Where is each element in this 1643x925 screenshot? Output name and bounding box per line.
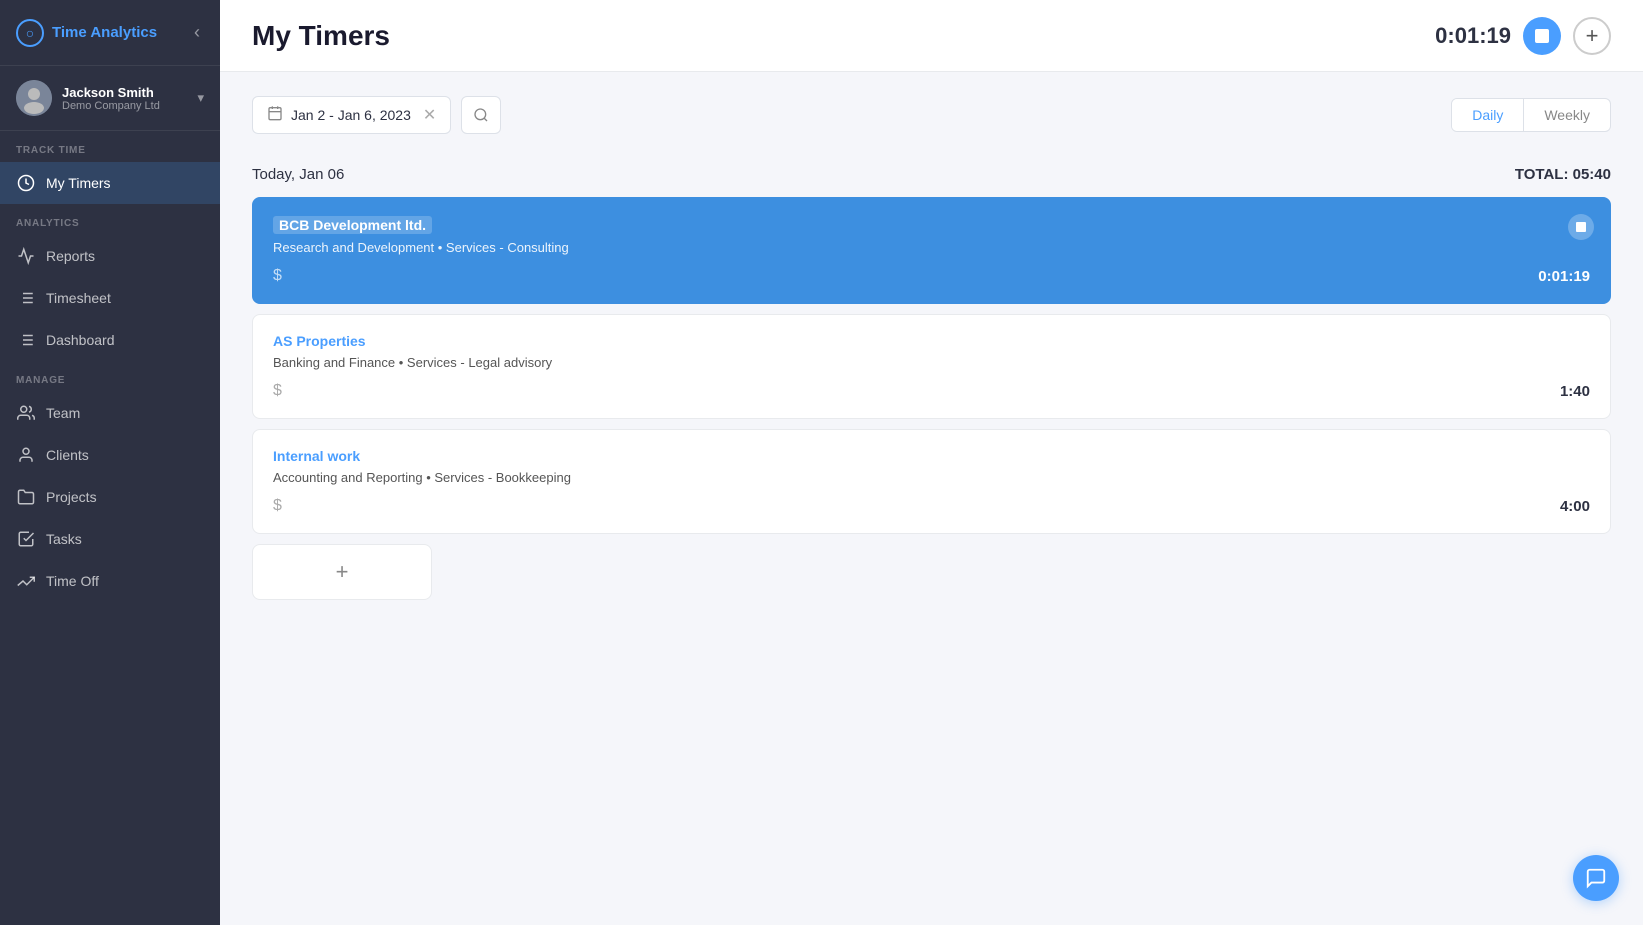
billing-icon: $: [273, 267, 282, 285]
sidebar-item-time-off[interactable]: Time Off: [0, 560, 220, 602]
timesheet-icon: [16, 288, 36, 308]
sidebar-item-clients[interactable]: Clients: [0, 434, 220, 476]
sidebar-item-label: Timesheet: [46, 290, 111, 306]
sidebar-item-label: Clients: [46, 447, 89, 463]
sidebar-item-dashboard[interactable]: Dashboard: [0, 319, 220, 361]
card-bottom: $ 0:01:19: [273, 267, 1590, 285]
add-timer-button[interactable]: +: [252, 544, 432, 600]
sidebar-item-team[interactable]: Team: [0, 392, 220, 434]
sidebar-item-label: My Timers: [46, 175, 111, 191]
date-range-label: Jan 2 - Jan 6, 2023: [291, 107, 411, 123]
sidebar: ○ Time Analytics ‹ Jackson Smith Demo Co…: [0, 0, 220, 925]
tasks-icon: [16, 529, 36, 549]
sidebar-header: ○ Time Analytics ‹: [0, 0, 220, 66]
sidebar-item-label: Tasks: [46, 531, 82, 547]
team-icon: [16, 403, 36, 423]
search-button[interactable]: [461, 96, 501, 134]
timer-card-as-properties[interactable]: AS Properties Banking and Finance • Serv…: [252, 314, 1611, 419]
header-right: 0:01:19 +: [1435, 17, 1611, 55]
logo-icon: ○: [16, 19, 44, 47]
stop-timer-button[interactable]: [1523, 17, 1561, 55]
sidebar-item-label: Time Off: [46, 573, 99, 589]
sidebar-item-label: Dashboard: [46, 332, 115, 348]
app-logo: ○ Time Analytics: [16, 19, 157, 47]
toolbar-left: Jan 2 - Jan 6, 2023 ✕: [252, 96, 501, 134]
app-name: Time Analytics: [52, 24, 157, 41]
card-stop-icon: [1576, 222, 1586, 232]
day-section: Today, Jan 06 TOTAL: 05:40 BCB Developme…: [252, 158, 1611, 600]
sidebar-item-label: Reports: [46, 248, 95, 264]
sidebar-item-label: Team: [46, 405, 80, 421]
avatar: [16, 80, 52, 116]
sidebar-item-tasks[interactable]: Tasks: [0, 518, 220, 560]
day-label: Today, Jan 06: [252, 166, 344, 183]
project-info: Banking and Finance • Services - Legal a…: [273, 355, 1590, 370]
client-name: Internal work: [273, 448, 360, 464]
toolbar: Jan 2 - Jan 6, 2023 ✕ Daily Weekly: [252, 96, 1611, 134]
time-value: 4:00: [1560, 498, 1590, 515]
weekly-view-button[interactable]: Weekly: [1524, 99, 1610, 131]
project-info: Accounting and Reporting • Services - Bo…: [273, 470, 1590, 485]
user-info: Jackson Smith Demo Company Ltd: [62, 85, 187, 112]
day-total: TOTAL: 05:40: [1515, 166, 1611, 183]
clients-icon: [16, 445, 36, 465]
chat-widget-button[interactable]: [1573, 855, 1619, 901]
calendar-icon: [267, 105, 283, 125]
time-value: 0:01:19: [1538, 268, 1590, 285]
main-area: My Timers 0:01:19 + Jan 2 - Jan: [220, 0, 1643, 925]
card-bottom: $ 4:00: [273, 497, 1590, 515]
section-label-track-time: TRACK TIME: [0, 131, 220, 162]
card-bottom: $ 1:40: [273, 382, 1590, 400]
add-timer-header-button[interactable]: +: [1573, 17, 1611, 55]
sidebar-item-reports[interactable]: Reports: [0, 235, 220, 277]
sidebar-item-projects[interactable]: Projects: [0, 476, 220, 518]
sidebar-item-timesheet[interactable]: Timesheet: [0, 277, 220, 319]
day-header: Today, Jan 06 TOTAL: 05:40: [252, 158, 1611, 197]
dashboard-icon: [16, 330, 36, 350]
main-content: Jan 2 - Jan 6, 2023 ✕ Daily Weekly Today…: [220, 72, 1643, 925]
bar-chart-icon: [16, 246, 36, 266]
user-dropdown-icon[interactable]: ▾: [197, 90, 204, 106]
add-icon: +: [336, 559, 349, 585]
time-value: 1:40: [1560, 383, 1590, 400]
section-label-analytics: ANALYTICS: [0, 204, 220, 235]
stop-icon: [1535, 29, 1549, 43]
timer-card-internal-work[interactable]: Internal work Accounting and Reporting •…: [252, 429, 1611, 534]
card-stop-button[interactable]: [1568, 214, 1594, 240]
project-info: Research and Development • Services - Co…: [273, 240, 1590, 255]
sidebar-item-label: Projects: [46, 489, 97, 505]
client-name: AS Properties: [273, 333, 366, 349]
user-company: Demo Company Ltd: [62, 100, 187, 112]
time-off-icon: [16, 571, 36, 591]
sidebar-item-my-timers[interactable]: My Timers: [0, 162, 220, 204]
timer-card-active[interactable]: BCB Development ltd. Research and Develo…: [252, 197, 1611, 304]
daily-view-button[interactable]: Daily: [1452, 99, 1524, 131]
date-picker[interactable]: Jan 2 - Jan 6, 2023 ✕: [252, 96, 451, 134]
billing-icon: $: [273, 382, 282, 400]
clear-date-button[interactable]: ✕: [423, 105, 436, 125]
sidebar-collapse-button[interactable]: ‹: [190, 18, 204, 47]
timer-display: 0:01:19: [1435, 23, 1511, 49]
main-header: My Timers 0:01:19 +: [220, 0, 1643, 72]
billing-icon: $: [273, 497, 282, 515]
user-profile[interactable]: Jackson Smith Demo Company Ltd ▾: [0, 66, 220, 131]
page-title: My Timers: [252, 20, 390, 52]
view-toggle: Daily Weekly: [1451, 98, 1611, 132]
clock-icon: [16, 173, 36, 193]
section-label-manage: MANAGE: [0, 361, 220, 392]
user-name: Jackson Smith: [62, 85, 187, 100]
projects-icon: [16, 487, 36, 507]
client-name: BCB Development ltd.: [273, 216, 432, 234]
